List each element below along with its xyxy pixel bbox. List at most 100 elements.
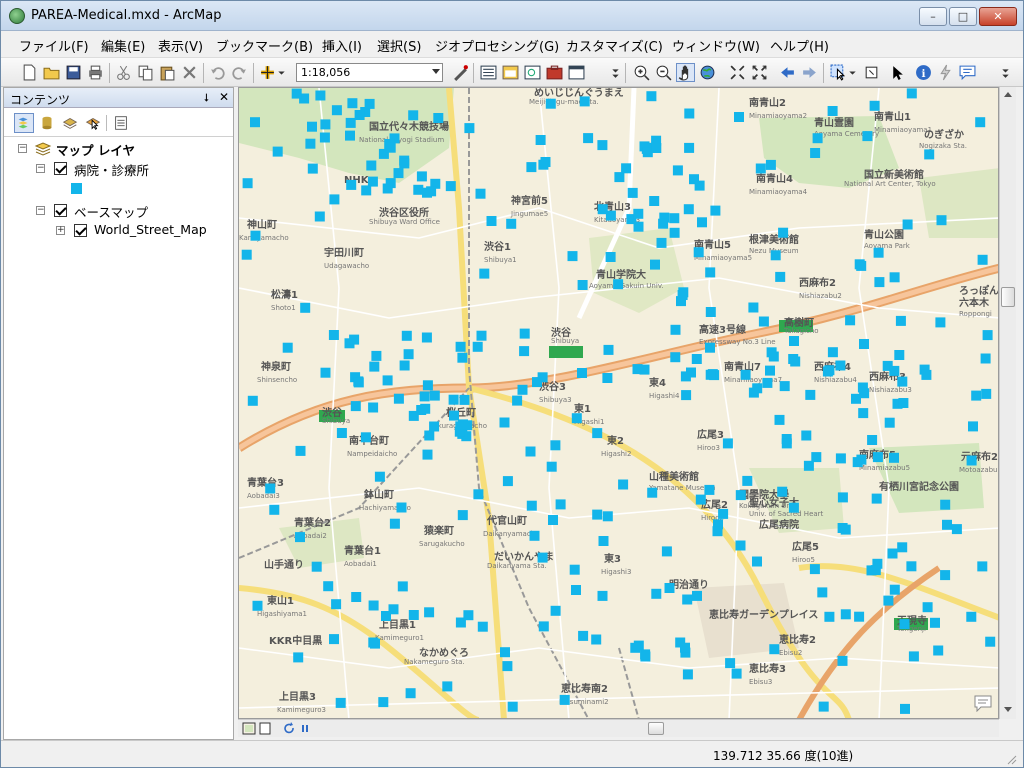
medical-facility-point[interactable] — [529, 530, 540, 541]
medical-facility-point[interactable] — [538, 621, 549, 632]
medical-facility-point[interactable] — [748, 302, 759, 313]
medical-facility-point[interactable] — [966, 611, 977, 622]
medical-facility-point[interactable] — [818, 701, 829, 712]
map-tips-icon[interactable] — [973, 694, 993, 712]
collapse-icon[interactable]: − — [18, 144, 27, 153]
arcmap-app-icon[interactable] — [9, 8, 25, 24]
medical-facility-point[interactable] — [682, 669, 693, 680]
medical-facility-point[interactable] — [369, 361, 380, 372]
menu-edit[interactable]: 編集(E) — [101, 36, 145, 55]
medical-facility-point[interactable] — [399, 158, 410, 169]
editor-toolbar-icon[interactable] — [452, 64, 469, 81]
medical-facility-point[interactable] — [684, 108, 695, 119]
medical-facility-point[interactable] — [429, 421, 440, 432]
medical-facility-point[interactable] — [603, 344, 614, 355]
medical-facility-point[interactable] — [889, 365, 900, 376]
print-icon[interactable] — [87, 64, 104, 81]
medical-facility-point[interactable] — [597, 140, 608, 151]
medical-facility-point[interactable] — [769, 644, 780, 655]
medical-facility-point[interactable] — [649, 196, 660, 206]
medical-facility-point[interactable] — [500, 647, 510, 658]
toc-layer-medical-row[interactable]: − 病院・診療所 — [36, 160, 216, 178]
medical-facility-point[interactable] — [389, 518, 400, 529]
refresh-icon[interactable] — [282, 722, 296, 735]
collapse-icon[interactable]: − — [36, 164, 45, 173]
medical-facility-point[interactable] — [897, 376, 908, 387]
medical-facility-point[interactable] — [670, 324, 681, 335]
medical-facility-point[interactable] — [422, 380, 433, 391]
medical-facility-point[interactable] — [291, 88, 302, 99]
medical-facility-point[interactable] — [374, 471, 385, 482]
collapse-icon[interactable]: − — [36, 206, 45, 215]
medical-facility-point[interactable] — [424, 430, 435, 441]
medical-facility-point[interactable] — [476, 330, 487, 341]
medical-facility-point[interactable] — [559, 694, 570, 705]
medical-facility-point[interactable] — [664, 583, 675, 593]
medical-facility-point[interactable] — [647, 487, 658, 498]
medical-facility-point[interactable] — [985, 636, 996, 647]
medical-facility-point[interactable] — [977, 254, 988, 265]
medical-facility-point[interactable] — [869, 100, 880, 111]
medical-facility-point[interactable] — [405, 688, 416, 699]
medical-facility-point[interactable] — [393, 393, 404, 404]
medical-facility-point[interactable] — [672, 165, 683, 176]
medical-facility-point[interactable] — [827, 106, 838, 116]
medical-facility-point[interactable] — [712, 526, 723, 537]
medical-facility-point[interactable] — [898, 398, 909, 408]
medical-facility-point[interactable] — [537, 552, 548, 563]
medical-facility-point[interactable] — [866, 565, 877, 576]
medical-facility-point[interactable] — [502, 661, 513, 672]
maximize-button[interactable]: □ — [949, 7, 977, 26]
identify-info-icon[interactable]: i — [915, 64, 932, 81]
medical-facility-point[interactable] — [464, 123, 475, 134]
medical-facility-point[interactable] — [571, 585, 581, 595]
map-canvas[interactable]: 南青山2Minamiaoyama2 南青山1Minamiaoyama1北青山3Ki… — [239, 88, 999, 719]
medical-facility-point[interactable] — [705, 369, 716, 380]
medical-facility-point[interactable] — [742, 475, 753, 486]
medical-facility-point[interactable] — [951, 524, 962, 535]
medical-facility-point[interactable] — [422, 187, 432, 198]
medical-facility-point[interactable] — [475, 188, 486, 199]
menu-window[interactable]: ウィンドウ(W) — [672, 36, 760, 55]
medical-facility-point[interactable] — [614, 172, 625, 183]
medical-facility-point[interactable] — [683, 204, 694, 215]
medical-facility-point[interactable] — [651, 588, 662, 599]
medical-facility-point[interactable] — [735, 540, 746, 551]
medical-facility-point[interactable] — [320, 367, 331, 378]
medical-facility-point[interactable] — [597, 590, 608, 601]
medical-facility-point[interactable] — [930, 617, 940, 628]
medical-facility-point[interactable] — [242, 178, 253, 189]
toc-root-row[interactable]: − マップ レイヤ — [18, 140, 218, 158]
medical-facility-point[interactable] — [393, 168, 404, 179]
medical-facility-point[interactable] — [519, 328, 530, 339]
medical-facility-point[interactable] — [282, 342, 293, 353]
medical-facility-point[interactable] — [906, 561, 917, 572]
medical-facility-point[interactable] — [824, 611, 835, 622]
medical-facility-point[interactable] — [499, 417, 510, 428]
new-document-icon[interactable] — [21, 64, 38, 81]
medical-facility-point[interactable] — [670, 352, 681, 363]
medical-facility-point[interactable] — [837, 655, 848, 666]
medical-facility-point[interactable] — [591, 634, 602, 645]
medical-facility-point[interactable] — [252, 600, 263, 611]
medical-facility-point[interactable] — [857, 382, 868, 393]
menu-bookmarks[interactable]: ブックマーク(B) — [216, 36, 313, 55]
medical-facility-point[interactable] — [445, 181, 456, 192]
medical-facility-point[interactable] — [602, 511, 613, 522]
medical-facility-point[interactable] — [811, 452, 822, 463]
medical-facility-point[interactable] — [525, 446, 536, 457]
medical-facility-point[interactable] — [250, 230, 261, 241]
medical-facility-point[interactable] — [840, 524, 851, 535]
medical-facility-point[interactable] — [669, 227, 680, 238]
medical-facility-point[interactable] — [403, 349, 414, 360]
add-data-icon[interactable] — [259, 64, 276, 81]
pan-hand-icon[interactable] — [676, 63, 695, 82]
medical-facility-point[interactable] — [621, 163, 632, 174]
medical-facility-point[interactable] — [613, 279, 624, 290]
medical-facility-point[interactable] — [351, 592, 362, 602]
medical-facility-point[interactable] — [382, 375, 393, 386]
medical-facility-point[interactable] — [895, 315, 906, 326]
pause-drawing-icon[interactable] — [298, 722, 312, 735]
medical-facility-point[interactable] — [419, 391, 430, 402]
scroll-down-arrow-icon[interactable] — [1004, 707, 1012, 712]
